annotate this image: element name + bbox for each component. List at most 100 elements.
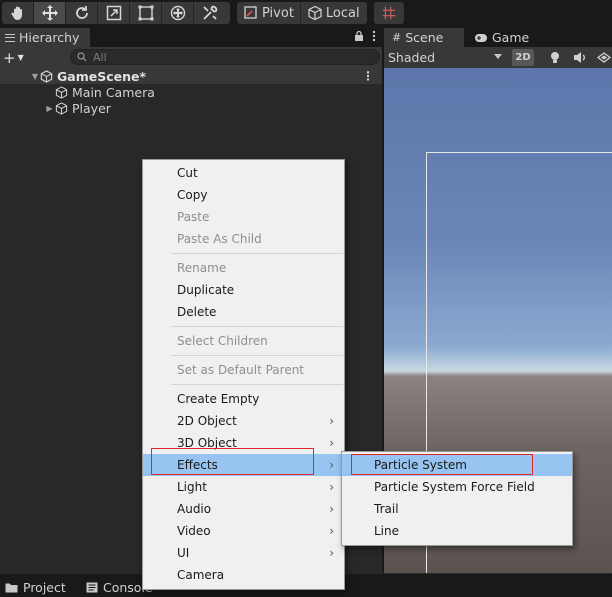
- pivot-group: Pivot Local: [237, 2, 367, 24]
- local-label: Local: [325, 5, 360, 21]
- lock-icon[interactable]: [354, 30, 364, 42]
- submenu-arrow-icon: ›: [329, 414, 334, 428]
- move-tool-button[interactable]: [34, 2, 66, 24]
- menu-separator: [171, 326, 343, 327]
- submenu-arrow-icon: ›: [329, 524, 334, 538]
- submenu-arrow-icon: ›: [329, 458, 334, 472]
- grid-snap-button[interactable]: [374, 2, 404, 24]
- menu-item-audio[interactable]: Audio ›: [143, 498, 344, 520]
- menu-item-cut[interactable]: Cut: [143, 162, 344, 184]
- lighting-toggle-icon[interactable]: [547, 50, 563, 65]
- object-label-player: Player: [72, 100, 111, 116]
- hierarchy-tab[interactable]: Hierarchy: [0, 28, 90, 47]
- effects-toggle-icon[interactable]: [596, 50, 612, 65]
- tab-scene-label: Scene: [405, 30, 444, 45]
- menu-item-delete[interactable]: Delete: [143, 301, 344, 323]
- tab-project[interactable]: Project: [3, 576, 81, 597]
- menu-item-audio-label: Audio: [177, 502, 212, 516]
- submenu-arrow-icon: ›: [329, 480, 334, 494]
- gamepad-icon: [475, 33, 487, 42]
- hierarchy-item-player[interactable]: ▶ Player: [0, 100, 382, 116]
- menu-item-3d-object-label: 3D Object: [177, 436, 237, 450]
- hand-tool-button[interactable]: [2, 2, 34, 24]
- pivot-toggle[interactable]: Pivot: [237, 2, 300, 24]
- expand-arrow-icon[interactable]: ▼: [30, 72, 40, 81]
- hierarchy-context-menu: Cut Copy Paste Paste As Child Rename Dup…: [142, 159, 345, 590]
- menu-item-duplicate[interactable]: Duplicate: [143, 279, 344, 301]
- chevron-down-icon: ▼: [17, 53, 24, 62]
- submenu-item-line[interactable]: Line: [342, 520, 572, 542]
- menu-item-create-empty[interactable]: Create Empty: [143, 388, 344, 410]
- submenu-item-particle-system[interactable]: Particle System: [342, 454, 572, 476]
- tool-group: [2, 2, 230, 24]
- hand-icon: [10, 6, 22, 20]
- tab-game-label: Game: [492, 30, 530, 45]
- custom-tools-button[interactable]: [194, 2, 226, 24]
- hierarchy-item-main-camera[interactable]: Main Camera: [0, 84, 382, 100]
- hierarchy-tab-bar: Hierarchy: [0, 28, 382, 47]
- gameobject-cube-icon: [55, 101, 68, 115]
- menu-item-paste: Paste: [177, 210, 210, 224]
- submenu-arrow-icon: ›: [329, 436, 334, 450]
- local-cube-icon: [308, 5, 322, 21]
- scale-tool-button[interactable]: [98, 2, 130, 24]
- submenu-item-particle-force-field[interactable]: Particle System Force Field: [342, 476, 572, 498]
- effects-submenu: Particle System Particle System Force Fi…: [341, 451, 573, 546]
- menu-item-2d-object[interactable]: 2D Object ›: [143, 410, 344, 432]
- menu-separator: [171, 355, 343, 356]
- menu-item-copy[interactable]: Copy: [143, 184, 344, 206]
- scene-row[interactable]: ▼ GameScene* ⋮: [0, 68, 382, 84]
- menu-item-video[interactable]: Video ›: [143, 520, 344, 542]
- plus-icon: +: [3, 48, 16, 67]
- tab-scene[interactable]: # Scene: [384, 28, 464, 47]
- menu-item-3d-object[interactable]: 3D Object ›: [143, 432, 344, 454]
- folder-icon: [5, 583, 18, 592]
- menu-item-effects-label: Effects: [177, 458, 218, 472]
- create-dropdown-button[interactable]: + ▼: [3, 48, 29, 67]
- scene-grid-icon: #: [392, 31, 402, 44]
- submenu-item-trail[interactable]: Trail: [342, 498, 572, 520]
- menu-item-paste-as-child: Paste As Child: [177, 232, 262, 246]
- menu-item-set-default-parent: Set as Default Parent: [177, 363, 305, 377]
- scene-controls-bar: Shaded 2D: [384, 47, 612, 68]
- rotate-tool-button[interactable]: [66, 2, 98, 24]
- grid-snap-icon: [382, 6, 396, 20]
- scale-icon: [106, 5, 121, 21]
- menu-item-video-label: Video: [177, 524, 211, 538]
- rect-tool-button[interactable]: [130, 2, 162, 24]
- transform-tool-button[interactable]: [162, 2, 194, 24]
- menu-item-ui[interactable]: UI ›: [143, 542, 344, 564]
- scene-tab-bar: # Scene Game: [384, 28, 612, 47]
- tab-project-label: Project: [23, 579, 66, 595]
- hierarchy-tab-actions: [354, 30, 376, 42]
- hierarchy-tree: ▼ GameScene* ⋮ Main Camera ▶ Player: [0, 68, 382, 116]
- hierarchy-search-input[interactable]: All: [70, 49, 380, 65]
- list-icon: [5, 33, 15, 42]
- menu-item-light-label: Light: [177, 480, 207, 494]
- transform-icon: [170, 5, 185, 21]
- menu-item-light[interactable]: Light ›: [143, 476, 344, 498]
- hierarchy-search-row: + ▼ All: [0, 47, 382, 68]
- menu-item-effects[interactable]: Effects ›: [143, 454, 344, 476]
- local-toggle[interactable]: Local: [299, 2, 366, 24]
- menu-item-rename: Rename: [177, 261, 227, 275]
- menu-item-camera[interactable]: Camera: [143, 564, 344, 586]
- search-icon: [77, 52, 87, 62]
- toggle-2d-button[interactable]: 2D: [512, 49, 534, 66]
- scene-options-icon[interactable]: ⋮: [362, 69, 374, 83]
- unity-scene-icon: [40, 69, 53, 83]
- audio-toggle-icon[interactable]: [572, 50, 588, 65]
- menu-item-ui-label: UI: [177, 546, 190, 560]
- shading-mode-value: Shaded: [388, 50, 436, 65]
- object-label-main-camera: Main Camera: [72, 84, 155, 100]
- menu-item-2d-object-label: 2D Object: [177, 414, 237, 428]
- pivot-label: Pivot: [262, 5, 294, 21]
- expand-arrow-icon[interactable]: ▶: [44, 104, 55, 113]
- more-options-icon[interactable]: [372, 30, 376, 42]
- rotate-icon: [75, 6, 88, 19]
- hierarchy-tab-label: Hierarchy: [19, 30, 80, 45]
- shading-mode-dropdown[interactable]: Shaded: [388, 49, 506, 66]
- rect-icon: [138, 5, 153, 21]
- tab-game[interactable]: Game: [466, 28, 536, 47]
- custom-tools-icon: [203, 5, 218, 20]
